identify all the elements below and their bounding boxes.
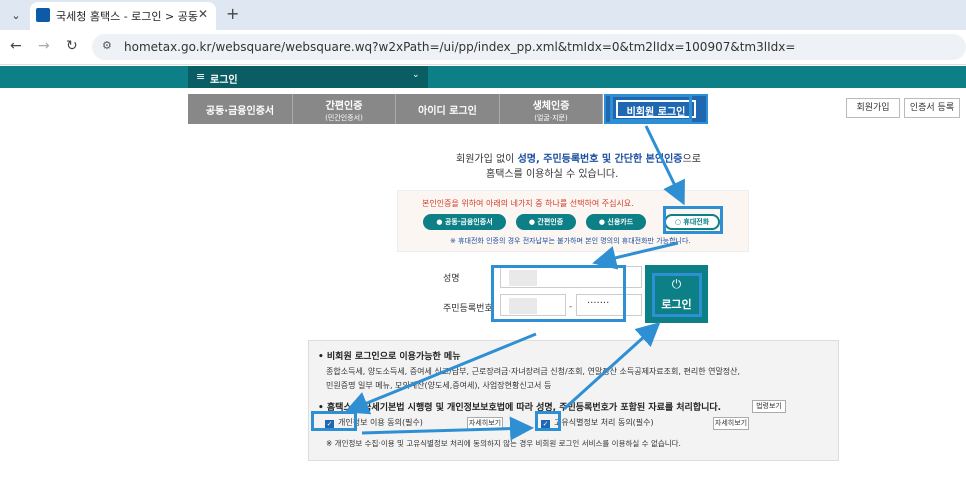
annotation-arrows <box>344 125 685 441</box>
arrow-consent-to-login <box>562 321 661 411</box>
arrow-form-to-consent <box>344 332 537 415</box>
tab-label: 비회원 로그인 <box>626 107 686 118</box>
arrow-consent-to-consent <box>361 416 534 441</box>
arrow-mobile-to-form <box>592 241 679 270</box>
arrow-tab-to-mobile <box>644 125 685 206</box>
